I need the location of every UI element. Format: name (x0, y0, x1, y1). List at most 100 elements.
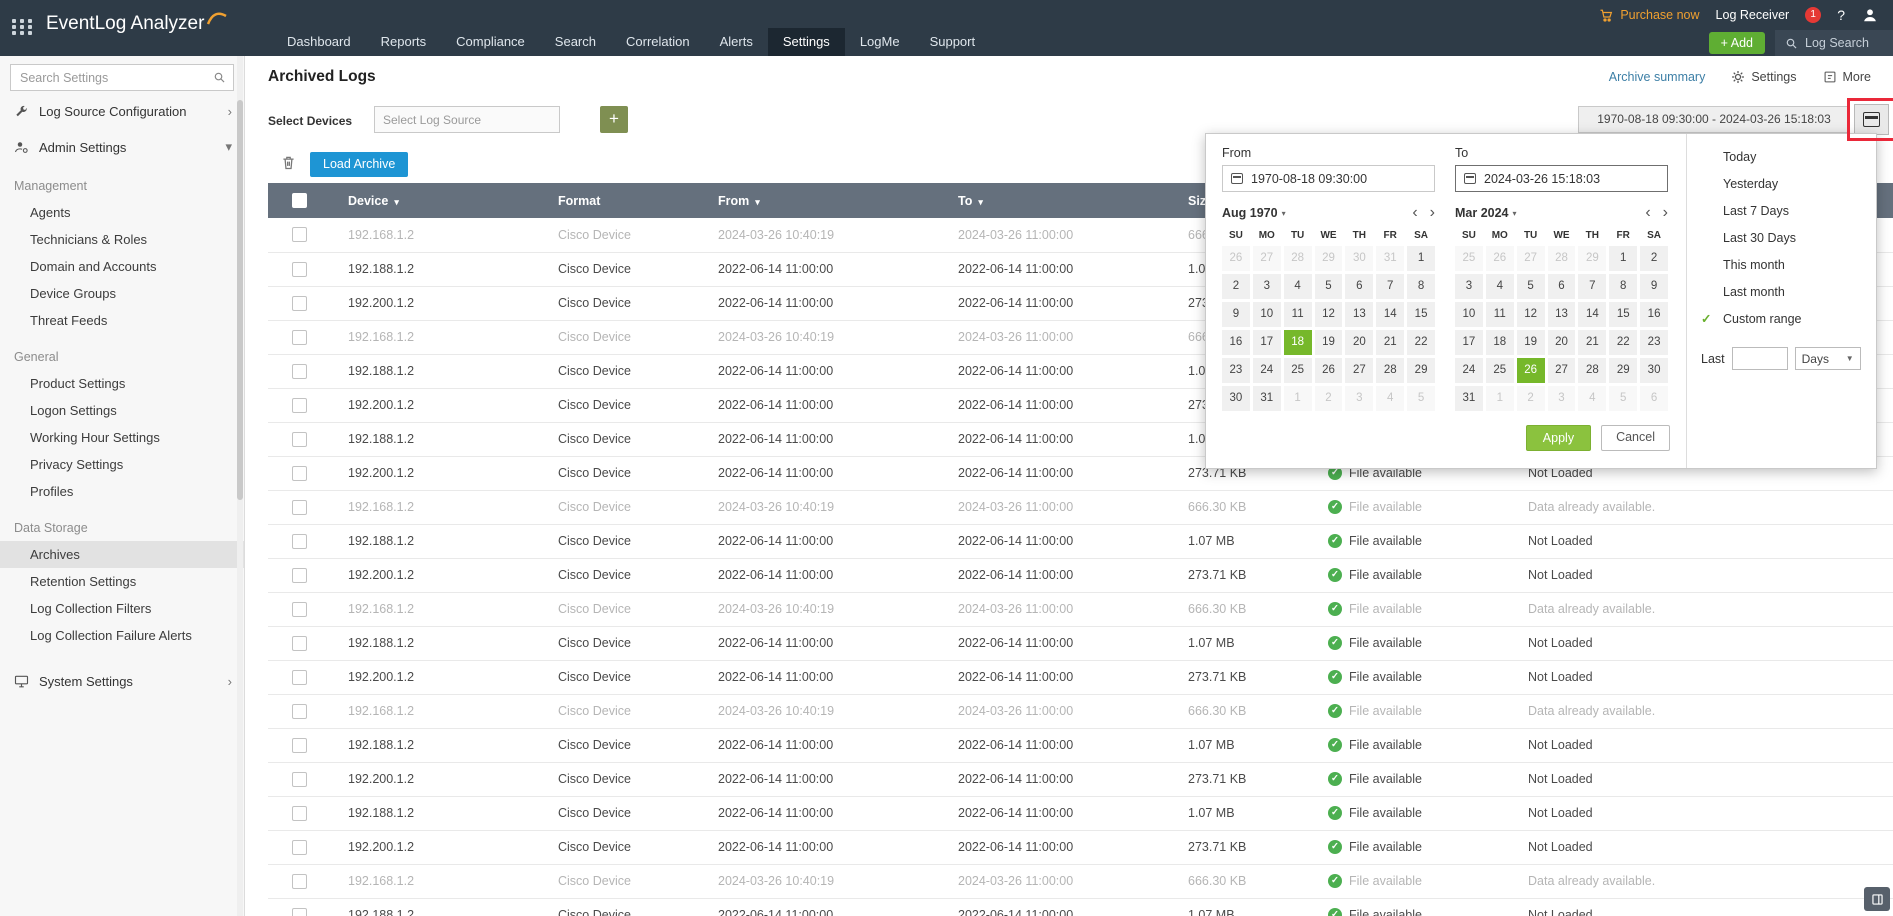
calendar-day[interactable]: 9 (1222, 302, 1250, 327)
calendar-day[interactable]: 10 (1252, 302, 1281, 327)
month-selector[interactable]: Mar 2024 (1455, 206, 1509, 220)
calendar-day[interactable]: 24 (1252, 358, 1281, 383)
calendar-day[interactable]: 19 (1516, 330, 1545, 355)
calendar-day[interactable]: 23 (1222, 358, 1250, 383)
sidebar-item-domain-and-accounts[interactable]: Domain and Accounts (0, 253, 244, 280)
sidebar-scrollbar-thumb[interactable] (237, 100, 243, 500)
to-date-input[interactable]: 2024-03-26 15:18:03 (1455, 165, 1668, 192)
row-checkbox[interactable] (291, 533, 307, 549)
sidebar-item-log-source-configuration[interactable]: Log Source Configuration › (0, 95, 244, 127)
row-checkbox[interactable] (291, 635, 307, 651)
calendar-day[interactable]: 5 (1609, 386, 1638, 411)
calendar-day[interactable]: 28 (1376, 358, 1405, 383)
sidebar-item-working-hour-settings[interactable]: Working Hour Settings (0, 424, 244, 451)
calendar-day-selected[interactable]: 26 (1516, 358, 1545, 383)
calendar-day[interactable]: 5 (1314, 274, 1343, 299)
nav-search[interactable]: Search (540, 28, 611, 56)
archive-summary-link[interactable]: Archive summary (1609, 70, 1706, 84)
next-month-button[interactable]: › (1430, 204, 1435, 222)
calendar-day[interactable]: 16 (1640, 302, 1668, 327)
calendar-day[interactable]: 3 (1455, 274, 1483, 299)
calendar-day[interactable]: 5 (1516, 274, 1545, 299)
calendar-day[interactable]: 3 (1345, 386, 1374, 411)
prev-month-button[interactable]: ‹ (1412, 204, 1417, 222)
calendar-day[interactable]: 11 (1283, 302, 1312, 327)
sidebar-item-device-groups[interactable]: Device Groups (0, 280, 244, 307)
sort-dropdown-icon[interactable]: ▾ (978, 197, 983, 207)
row-checkbox[interactable] (291, 227, 307, 243)
app-launcher-icon[interactable] (12, 19, 34, 35)
calendar-day[interactable]: 7 (1376, 274, 1405, 299)
calendar-day[interactable]: 1 (1485, 386, 1514, 411)
calendar-day[interactable]: 17 (1455, 330, 1483, 355)
preset-today[interactable]: Today (1687, 144, 1876, 171)
row-checkbox[interactable] (291, 771, 307, 787)
calendar-day[interactable]: 15 (1407, 302, 1435, 327)
calendar-day[interactable]: 29 (1609, 358, 1638, 383)
nav-support[interactable]: Support (915, 28, 991, 56)
nav-settings[interactable]: Settings (767, 28, 845, 56)
sidebar-item-agents[interactable]: Agents (0, 199, 244, 226)
row-checkbox[interactable] (291, 601, 307, 617)
sidebar-item-system-settings[interactable]: System Settings › (0, 665, 244, 697)
preset-last-7-days[interactable]: Last 7 Days (1687, 198, 1876, 225)
calendar-day[interactable]: 30 (1345, 246, 1374, 271)
calendar-day[interactable]: 30 (1222, 386, 1250, 411)
preset-this-month[interactable]: This month (1687, 252, 1876, 279)
calendar-day[interactable]: 23 (1640, 330, 1668, 355)
col-header-device[interactable]: Device ▾ (330, 183, 540, 218)
calendar-day[interactable]: 24 (1455, 358, 1483, 383)
more-link[interactable]: More (1823, 70, 1871, 84)
calendar-day[interactable]: 15 (1609, 302, 1638, 327)
nav-correlation[interactable]: Correlation (611, 28, 705, 56)
calendar-day[interactable]: 5 (1407, 386, 1435, 411)
log-receiver-link[interactable]: Log Receiver (1716, 8, 1790, 22)
calendar-day[interactable]: 28 (1547, 246, 1576, 271)
calendar-day[interactable]: 25 (1283, 358, 1312, 383)
search-settings-input[interactable] (10, 64, 234, 91)
row-checkbox[interactable] (291, 329, 307, 345)
row-checkbox[interactable] (291, 873, 307, 889)
calendar-day[interactable]: 25 (1485, 358, 1514, 383)
sidebar-item-product-settings[interactable]: Product Settings (0, 370, 244, 397)
cancel-button[interactable]: Cancel (1601, 425, 1670, 451)
sort-dropdown-icon[interactable]: ▾ (755, 197, 760, 207)
calendar-day[interactable]: 21 (1578, 330, 1607, 355)
calendar-day[interactable]: 4 (1376, 386, 1405, 411)
calendar-day[interactable]: 31 (1376, 246, 1405, 271)
calendar-day[interactable]: 9 (1640, 274, 1668, 299)
calendar-day[interactable]: 19 (1314, 330, 1343, 355)
calendar-day[interactable]: 21 (1376, 330, 1405, 355)
calendar-day[interactable]: 3 (1547, 386, 1576, 411)
date-range-display[interactable]: 1970-08-18 09:30:00 - 2024-03-26 15:18:0… (1578, 106, 1850, 133)
nav-logme[interactable]: LogMe (845, 28, 915, 56)
preset-last-month[interactable]: Last month (1687, 279, 1876, 306)
sidebar-item-privacy-settings[interactable]: Privacy Settings (0, 451, 244, 478)
sidebar-item-profiles[interactable]: Profiles (0, 478, 244, 505)
col-header-from[interactable]: From ▾ (700, 183, 940, 218)
select-log-source-input[interactable] (374, 106, 560, 133)
calendar-day[interactable]: 2 (1314, 386, 1343, 411)
calendar-day[interactable]: 30 (1640, 358, 1668, 383)
calendar-day[interactable]: 20 (1547, 330, 1576, 355)
calendar-day[interactable]: 27 (1252, 246, 1281, 271)
calendar-day[interactable]: 1 (1609, 246, 1638, 271)
next-month-button[interactable]: › (1663, 204, 1668, 222)
month-selector[interactable]: Aug 1970 (1222, 206, 1278, 220)
row-checkbox[interactable] (291, 363, 307, 379)
row-checkbox[interactable] (291, 567, 307, 583)
add-log-source-button[interactable]: + (600, 106, 628, 133)
row-checkbox[interactable] (291, 499, 307, 515)
calendar-day[interactable]: 12 (1516, 302, 1545, 327)
calendar-day[interactable]: 29 (1407, 358, 1435, 383)
calendar-day[interactable]: 6 (1640, 386, 1668, 411)
feedback-widget-button[interactable] (1864, 887, 1890, 911)
preset-yesterday[interactable]: Yesterday (1687, 171, 1876, 198)
calendar-day[interactable]: 22 (1609, 330, 1638, 355)
user-account-icon[interactable] (1861, 6, 1879, 24)
calendar-day[interactable]: 6 (1547, 274, 1576, 299)
calendar-day[interactable]: 27 (1547, 358, 1576, 383)
calendar-day[interactable]: 29 (1578, 246, 1607, 271)
calendar-day[interactable]: 3 (1252, 274, 1281, 299)
row-checkbox[interactable] (291, 397, 307, 413)
